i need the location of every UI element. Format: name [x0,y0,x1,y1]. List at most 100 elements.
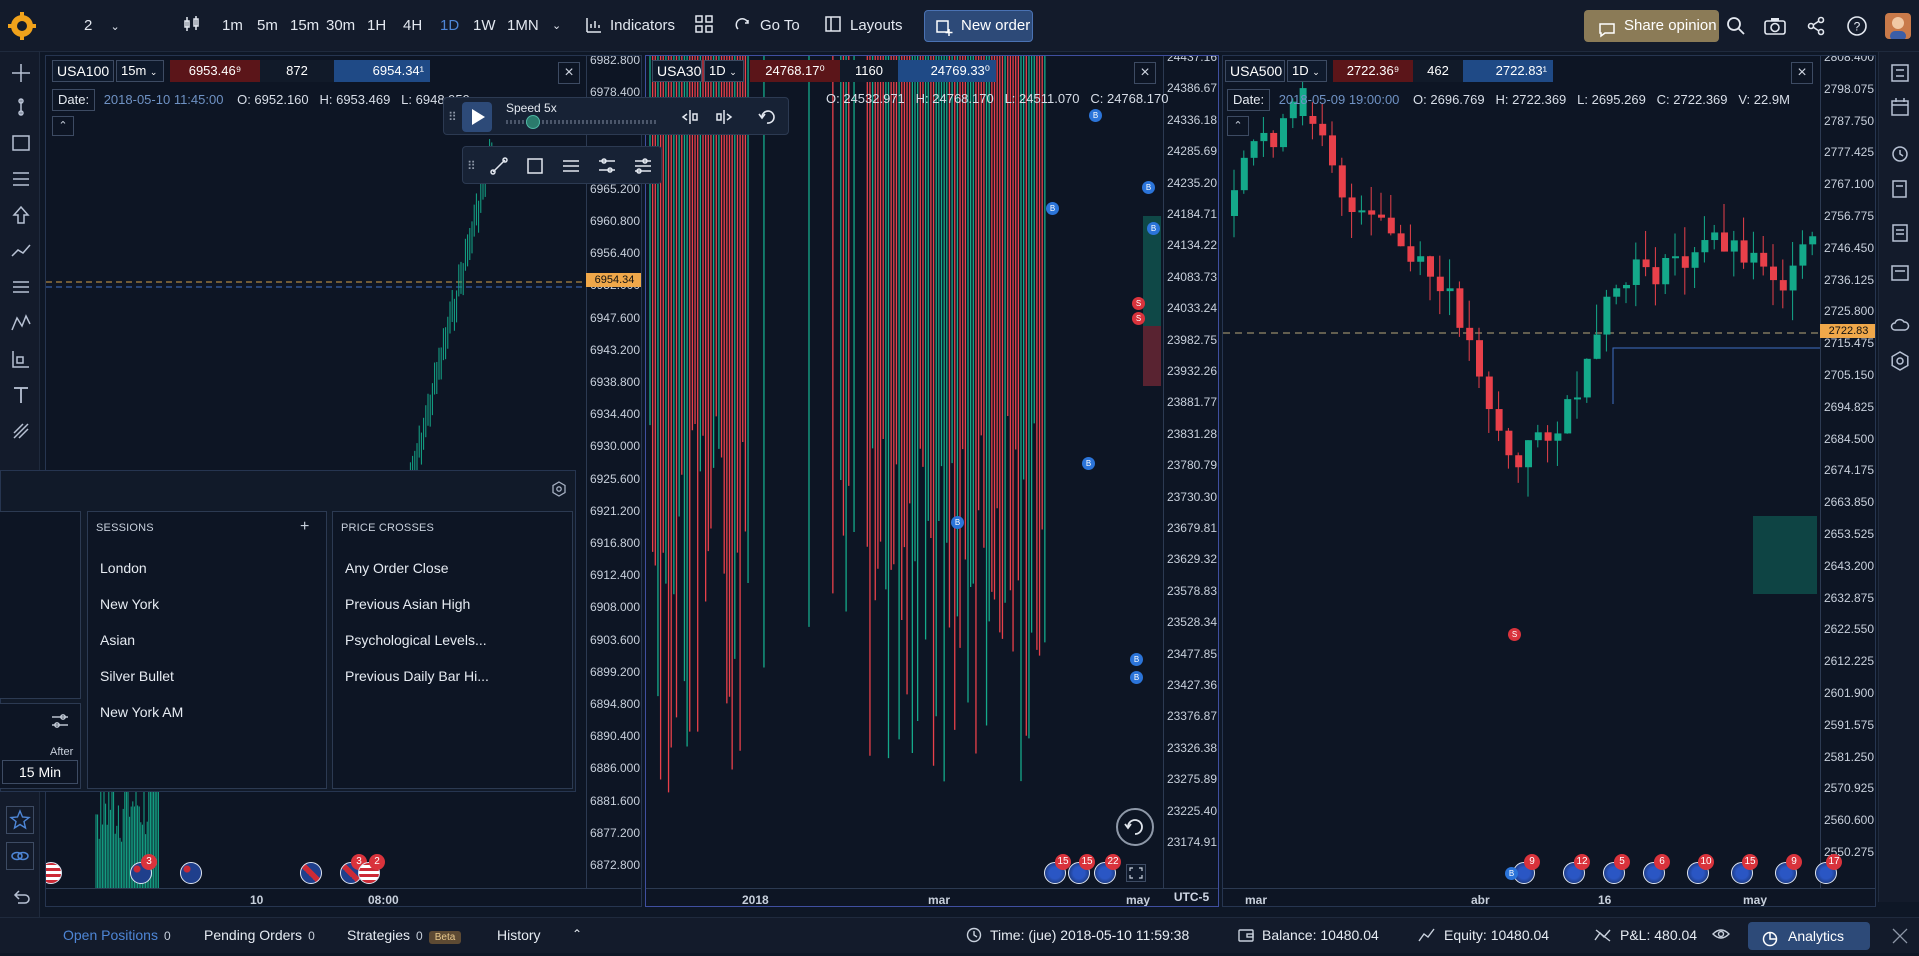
replay-reset-icon[interactable] [1116,808,1154,846]
crosshair-icon[interactable] [10,62,32,84]
session-item[interactable]: Asian [100,632,135,648]
tab-open-positions[interactable]: Open Positions 0 [63,927,171,943]
time-axis-usa500[interactable]: mar abr 16 may [1223,888,1875,906]
favorites-star-icon[interactable] [6,806,34,834]
timer-settings-icon[interactable] [50,712,70,733]
buy-marker-icon[interactable]: B [1046,202,1059,215]
after-value-input[interactable]: 15 Min [2,760,78,784]
chart-canvas-usa500[interactable] [1223,56,1820,888]
symbol-selector[interactable]: USA100 [52,60,114,82]
link-icon[interactable] [6,842,34,870]
pitchfork-icon[interactable] [10,240,32,262]
line-tool-icon[interactable] [489,156,509,179]
buy-marker-icon[interactable]: B [1147,222,1160,235]
fib-icon[interactable] [10,168,32,190]
news-icon[interactable] [1889,262,1911,284]
rectangle-icon[interactable] [10,132,32,154]
price-cross-item[interactable]: Psychological Levels... [345,632,487,648]
measure-icon[interactable] [10,348,32,370]
ask-price[interactable]: 24769.33⁰ [898,60,996,82]
ask-price[interactable]: 6954.34¹ [334,60,430,82]
app-logo[interactable] [8,12,36,40]
levels-tool-icon[interactable] [561,156,581,179]
sell-marker-icon[interactable]: S [1508,628,1521,641]
undo-icon[interactable] [10,886,32,908]
share-icon[interactable] [1806,16,1826,39]
speed-slider-thumb[interactable] [526,115,540,129]
settings-gear-icon[interactable] [1889,350,1911,372]
eye-icon[interactable] [1712,927,1730,944]
watchlist-icon[interactable] [1889,62,1911,84]
buy-marker-icon[interactable]: B [1130,653,1143,666]
trendline-icon[interactable] [10,96,32,118]
camera-icon[interactable] [1764,16,1786,39]
tf-1w[interactable]: 1W [473,14,496,38]
session-item[interactable]: London [100,560,147,576]
buy-marker-icon[interactable]: B [1082,457,1095,470]
tf-1d[interactable]: 1D [440,14,459,38]
avatar[interactable] [1885,13,1911,39]
help-icon[interactable]: ? [1846,15,1868,40]
chart-type-icon[interactable] [182,14,202,38]
symbol-selector[interactable]: USA500 [1225,60,1285,82]
ask-price[interactable]: 2722.83¹ [1463,60,1553,82]
event-flag-gbp[interactable] [300,862,322,884]
play-button[interactable] [462,102,492,132]
drag-handle-icon[interactable]: ⠿ [467,159,476,173]
pattern-icon[interactable] [10,312,32,334]
brush-icon[interactable] [10,420,32,442]
channel-icon[interactable] [10,276,32,298]
expand-corner-icon[interactable] [1892,928,1908,947]
tab-history[interactable]: History [497,927,541,943]
sell-marker-icon[interactable]: S [1132,312,1145,325]
price-axis-usa500[interactable]: 2808.400 2798.075 2787.750 2777.425 2767.100… [1820,56,1875,888]
close-chart-button[interactable]: × [1134,62,1156,84]
price-axis-usa30[interactable]: 24437.16 24386.67 24336.18 24285.69 24235.20… [1163,56,1218,888]
layout-count-selector[interactable]: 2 ⌄ [84,14,120,38]
chart-pane-usa30[interactable]: 24437.16 24386.67 24336.18 24285.69 24235.20… [645,55,1219,907]
tf-1h[interactable]: 1H [367,14,386,38]
fit-screen-icon[interactable] [1126,864,1146,882]
session-item[interactable]: Silver Bullet [100,668,174,684]
indicators-button[interactable]: Indicators [586,14,675,38]
sell-marker-icon[interactable]: S [1132,297,1145,310]
timeframe-more-chevron-icon[interactable]: ⌄ [552,14,561,38]
buy-marker-icon[interactable]: B [1505,867,1518,880]
buy-marker-icon[interactable]: B [1142,181,1155,194]
chart-canvas-usa30[interactable] [646,56,1163,888]
notes-icon[interactable] [1889,178,1911,200]
bid-price[interactable]: 24768.17⁰ [750,60,840,82]
share-opinion-button[interactable]: Share opinion [1584,10,1719,42]
tf-15m[interactable]: 15m [290,14,319,38]
price-cross-item[interactable]: Previous Daily Bar Hi... [345,668,489,684]
cloud-icon[interactable] [1889,314,1911,336]
timeframe-selector[interactable]: 1D ⌄ [1287,60,1327,82]
tf-5m[interactable]: 5m [257,14,278,38]
step-back-icon[interactable] [680,107,700,130]
tf-1mn[interactable]: 1MN [507,14,539,38]
calendar-icon[interactable] [1889,96,1911,118]
rectangle-tool-icon[interactable] [525,156,545,179]
text-tool-icon[interactable] [10,384,32,406]
new-order-button[interactable]: New order [924,10,1033,42]
buy-marker-icon[interactable]: B [1130,671,1143,684]
time-axis-usa100[interactable]: 10 08:00 [46,888,641,906]
tf-4h[interactable]: 4H [403,14,422,38]
templates-grid-icon[interactable] [694,14,714,38]
speed-slider[interactable] [506,115,656,129]
arrow-up-icon[interactable] [10,204,32,226]
tab-strategies[interactable]: Strategies 0 Beta [347,927,462,944]
price-cross-item[interactable]: Any Order Close [345,560,448,576]
session-item[interactable]: New York [100,596,159,612]
filter-tool-icon[interactable] [633,156,653,179]
bid-price[interactable]: 2722.36⁹ [1333,60,1413,82]
close-chart-button[interactable]: × [1791,62,1813,84]
time-axis-usa30[interactable]: 2018 mar may [646,888,1218,906]
tab-pending-orders[interactable]: Pending Orders 0 [204,927,315,943]
bid-price[interactable]: 6953.46⁹ [170,60,260,82]
replay-restart-icon[interactable] [756,106,778,131]
panel-settings-icon[interactable] [551,481,567,500]
add-session-icon[interactable]: + [300,518,309,536]
event-flag-nzd[interactable] [180,862,202,884]
drag-handle-icon[interactable]: ⠿ [448,110,457,124]
